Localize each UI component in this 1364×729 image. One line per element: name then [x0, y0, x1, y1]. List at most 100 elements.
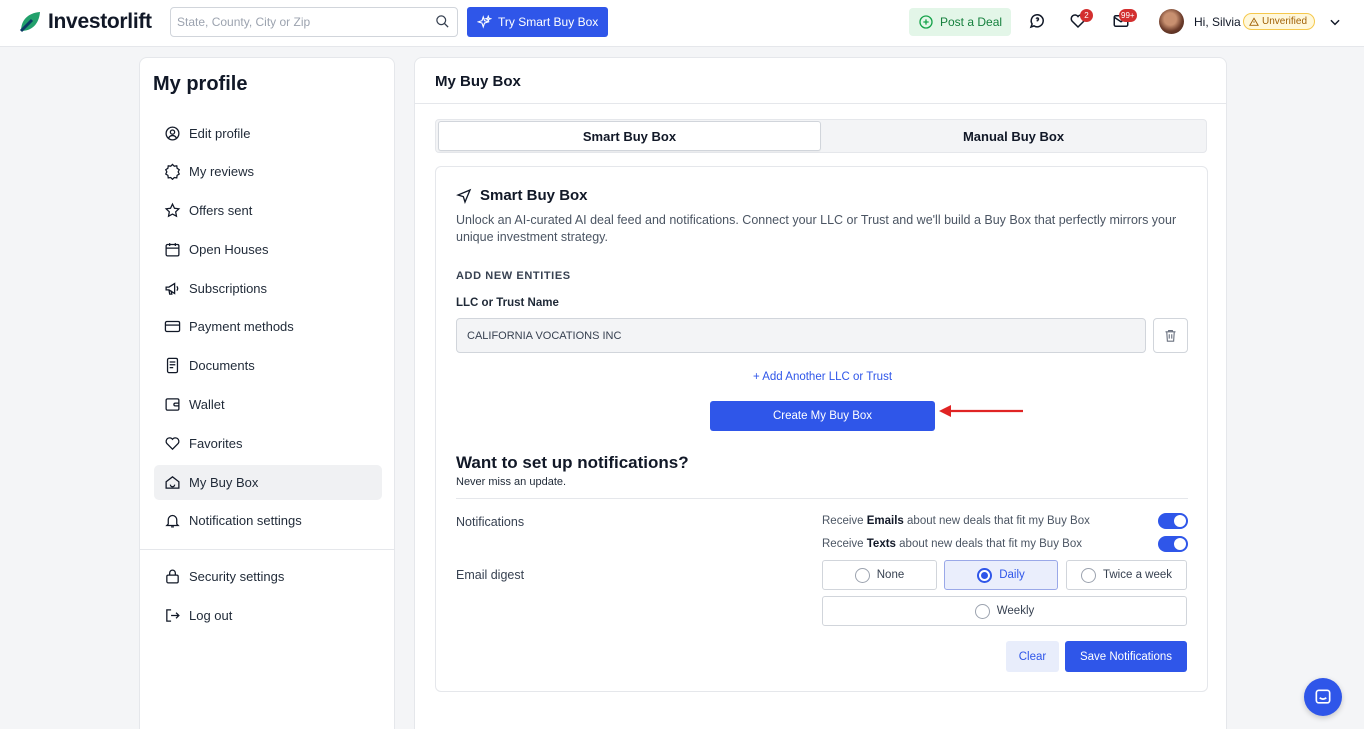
- status-badge: Unverified: [1243, 13, 1316, 30]
- sidebar-item-notification-settings[interactable]: Notification settings: [154, 503, 382, 538]
- digest-option-label: None: [876, 569, 905, 581]
- status-badge-label: Unverified: [1262, 16, 1308, 27]
- sidebar-item-payment-methods[interactable]: Payment methods: [154, 309, 382, 344]
- text-notification-toggle[interactable]: [1158, 536, 1188, 552]
- notifications-heading: Want to set up notifications?: [456, 453, 689, 472]
- digest-option-twice-a-week[interactable]: Twice a week: [1066, 560, 1187, 590]
- try-smart-buy-box-label: Try Smart Buy Box: [498, 15, 599, 29]
- sidebar-item-security-settings[interactable]: Security settings: [154, 559, 382, 594]
- sidebar-item-label: My Buy Box: [189, 475, 259, 490]
- logo-text: Investorlift: [48, 10, 152, 33]
- digest-option-label: Twice a week: [1102, 569, 1173, 581]
- sidebar-item-label: Favorites: [189, 436, 243, 451]
- option-text-bold: Texts: [866, 538, 896, 550]
- digest-option-none[interactable]: None: [822, 560, 937, 590]
- email-notification-toggle[interactable]: [1158, 513, 1188, 529]
- email-notification-text: Receive Emails about new deals that fit …: [822, 515, 1090, 527]
- chat-bubble-icon: [1315, 689, 1331, 704]
- create-buy-box-button[interactable]: Create My Buy Box: [710, 401, 935, 431]
- radio-icon: [854, 567, 870, 583]
- notifications-subtitle: Never miss an update.: [456, 476, 567, 488]
- credit-card-icon: [164, 320, 181, 333]
- document-icon: [166, 357, 179, 374]
- avatar[interactable]: [1159, 9, 1184, 34]
- buy-box-panel: My Buy Box Smart Buy Box Manual Buy Box …: [414, 57, 1227, 729]
- plus-circle-icon: [919, 15, 933, 29]
- user-circle-icon: [165, 126, 180, 141]
- text-notification-text: Receive Texts about new deals that fit m…: [822, 538, 1082, 550]
- llc-field-label: LLC or Trust Name: [456, 297, 559, 309]
- save-notifications-button[interactable]: Save Notifications: [1065, 641, 1187, 672]
- sidebar-item-label: Offers sent: [189, 203, 253, 218]
- card-description: Unlock an AI-curated AI deal feed and no…: [456, 213, 1177, 244]
- lock-icon: [166, 569, 179, 584]
- top-header: Investorlift Try Smart Buy Box Post a De…: [0, 0, 1364, 47]
- sidebar-item-wallet[interactable]: Wallet: [154, 387, 382, 422]
- sidebar-item-documents[interactable]: Documents: [154, 348, 382, 383]
- sidebar-item-label: Open Houses: [189, 242, 269, 257]
- radio-icon: [974, 603, 990, 619]
- sidebar-item-favorites[interactable]: Favorites: [154, 426, 382, 461]
- sidebar-item-label: Log out: [189, 608, 233, 623]
- tab-smart-buy-box[interactable]: Smart Buy Box: [438, 121, 821, 151]
- digest-option-weekly[interactable]: Weekly: [822, 596, 1187, 626]
- post-deal-button[interactable]: Post a Deal: [909, 8, 1011, 36]
- try-smart-buy-box-button[interactable]: Try Smart Buy Box: [467, 7, 608, 37]
- sidebar-item-label: Security settings: [189, 569, 285, 584]
- navigation-arrow-icon: [456, 188, 472, 204]
- option-text-bold: Emails: [866, 515, 904, 527]
- section-label: ADD NEW ENTITIES: [456, 270, 571, 282]
- option-text-pre: Receive: [822, 538, 867, 550]
- logout-icon: [166, 609, 180, 622]
- sidebar-item-subscriptions[interactable]: Subscriptions: [154, 271, 382, 306]
- delete-entity-button[interactable]: [1153, 318, 1188, 353]
- user-greeting: Hi, Silvia: [1194, 15, 1241, 29]
- clear-button[interactable]: Clear: [1006, 641, 1059, 672]
- sidebar-item-label: Subscriptions: [189, 281, 268, 296]
- add-another-llc-link[interactable]: + Add Another LLC or Trust: [436, 371, 1209, 383]
- card-title: Smart Buy Box: [456, 187, 588, 204]
- bell-icon: [165, 514, 180, 528]
- trash-icon: [1165, 329, 1176, 342]
- option-text-pre: Receive: [822, 515, 867, 527]
- sparkle-icon: [477, 14, 492, 29]
- card-title-label: Smart Buy Box: [480, 187, 588, 204]
- search-icon[interactable]: [435, 14, 450, 34]
- search-box[interactable]: [170, 7, 458, 37]
- calendar-icon: [165, 243, 180, 257]
- chevron-down-icon[interactable]: [1328, 15, 1342, 34]
- notifications-label: Notifications: [456, 515, 525, 529]
- option-text-post: about new deals that fit my Buy Box: [895, 538, 1082, 550]
- sidebar-item-my-buy-box[interactable]: My Buy Box: [154, 465, 382, 500]
- sidebar-item-my-reviews[interactable]: My reviews: [154, 154, 382, 189]
- search-input[interactable]: [171, 8, 421, 36]
- digest-option-daily[interactable]: Daily: [944, 560, 1058, 590]
- star-icon: [164, 202, 181, 218]
- post-deal-label: Post a Deal: [940, 15, 1003, 29]
- support-chat-button[interactable]: [1304, 678, 1342, 716]
- sidebar-item-label: Documents: [189, 358, 255, 373]
- sidebar-divider: [140, 549, 394, 550]
- sidebar-item-label: Notification settings: [189, 513, 302, 528]
- notifications-divider: [456, 498, 1188, 499]
- sidebar-item-label: My reviews: [189, 164, 255, 179]
- sidebar-item-label: Payment methods: [189, 319, 294, 334]
- badge-icon: [164, 163, 181, 180]
- messages-badge: 99+: [1119, 9, 1137, 22]
- title-divider: [415, 103, 1226, 104]
- digest-option-label: Weekly: [996, 605, 1035, 617]
- radio-selected-icon: [977, 567, 993, 583]
- sidebar-item-label: Wallet: [189, 397, 225, 412]
- leaf-logo-icon: [19, 12, 40, 33]
- tab-manual-buy-box[interactable]: Manual Buy Box: [822, 121, 1205, 151]
- megaphone-icon: [165, 282, 179, 295]
- sidebar-item-edit-profile[interactable]: Edit profile: [154, 116, 382, 151]
- radio-icon: [1080, 567, 1096, 583]
- llc-name-field[interactable]: [456, 318, 1146, 353]
- sidebar-item-open-houses[interactable]: Open Houses: [154, 232, 382, 267]
- logo[interactable]: Investorlift: [18, 10, 152, 34]
- sidebar-item-offers-sent[interactable]: Offers sent: [154, 193, 382, 228]
- heart-outline-icon: [165, 437, 180, 451]
- chat-icon[interactable]: [1028, 12, 1046, 35]
- sidebar-item-log-out[interactable]: Log out: [154, 598, 382, 633]
